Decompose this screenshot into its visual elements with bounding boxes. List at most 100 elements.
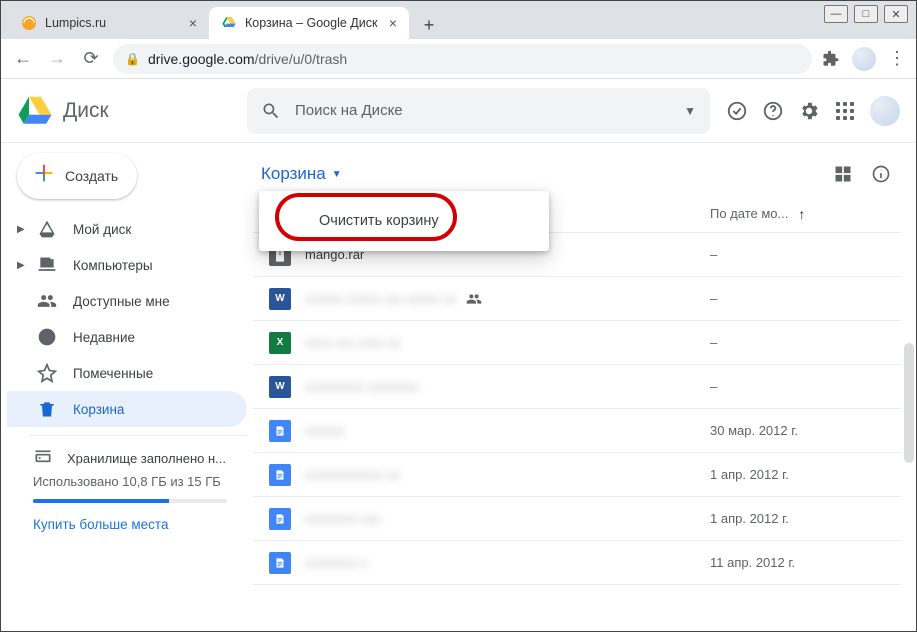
file-row[interactable]: xxxxxxxx xxx1 апр. 2012 г. xyxy=(253,497,900,541)
file-date: 1 апр. 2012 г. xyxy=(710,511,860,526)
chevron-right-icon: ▶ xyxy=(17,260,25,271)
sidebar-item-trash[interactable]: Корзина xyxy=(7,391,247,427)
storage-icon xyxy=(33,448,53,468)
shared-icon xyxy=(466,291,482,307)
column-date[interactable]: По дате мо... ↑ xyxy=(710,206,860,222)
file-row[interactable]: Xxxxx xxx xxxx xx – xyxy=(253,321,900,365)
file-type-icon xyxy=(269,508,291,530)
view-details-button[interactable] xyxy=(870,163,892,185)
sidebar-item-label: Компьютеры xyxy=(73,258,153,273)
sidebar-item-label: Мой диск xyxy=(73,222,131,237)
nav-forward-button: → xyxy=(45,47,69,71)
file-name: xxxxxx xyxy=(305,423,344,438)
search-options-button[interactable]: ▼ xyxy=(684,104,696,118)
file-type-icon: W xyxy=(269,288,291,310)
empty-trash-label: Очистить корзину xyxy=(319,213,439,229)
url-input[interactable]: 🔒 drive.google.com/drive/u/0/trash xyxy=(113,44,812,74)
file-date: – xyxy=(710,291,860,306)
nav-reload-button[interactable]: ⟳ xyxy=(79,47,103,71)
browser-tab-drive[interactable]: Корзина – Google Диск × xyxy=(209,7,409,39)
empty-trash-menuitem[interactable]: Очистить корзину xyxy=(259,199,549,243)
nav-back-button[interactable]: ← xyxy=(11,47,35,71)
search-icon xyxy=(261,101,281,121)
ready-offline-icon[interactable] xyxy=(726,100,748,122)
file-row[interactable]: Wxxxxxxxxx xxxxxxxx – xyxy=(253,365,900,409)
file-name: xxxx xxx xxxx xx xyxy=(305,335,400,350)
browser-tab-bar: Lumpics.ru × Корзина – Google Диск × + —… xyxy=(1,1,916,39)
sidebar-item-starred[interactable]: Помеченные xyxy=(7,355,247,391)
file-name: xxxxxxxxx xxxxxxxx xyxy=(305,379,419,394)
chevron-right-icon: ▶ xyxy=(17,224,25,235)
window-close-button[interactable]: ✕ xyxy=(884,5,908,23)
search-placeholder: Поиск на Диске xyxy=(295,102,670,119)
file-name: xxxxxx xxxxx xxx xxxxx xx xyxy=(305,291,456,306)
window-controls: — □ ✕ xyxy=(824,5,908,23)
file-row[interactable]: xxxxxxxxxxxx xx 1 апр. 2012 г. xyxy=(253,453,900,497)
file-list: mango.rar–Wxxxxxx xxxxx xxx xxxxx xx–Xxx… xyxy=(253,233,900,621)
storage-progress-bar xyxy=(33,499,227,503)
file-date: 30 мар. 2012 г. xyxy=(710,423,860,438)
file-date: 1 апр. 2012 г. xyxy=(710,467,860,482)
trash-context-menu: Очистить корзину xyxy=(259,191,549,251)
file-row[interactable]: xxxxxxxx x 11 апр. 2012 г. xyxy=(253,541,900,585)
app-header: Диск Поиск на Диске ▼ xyxy=(1,79,916,143)
recent-icon xyxy=(37,327,57,347)
storage-title: Хранилище заполнено н... xyxy=(67,451,226,466)
trash-icon xyxy=(37,399,57,419)
file-type-icon: W xyxy=(269,376,291,398)
sort-asc-icon: ↑ xyxy=(798,206,805,222)
drive-logo[interactable]: Диск xyxy=(17,95,247,127)
file-date: – xyxy=(710,335,860,350)
close-icon[interactable]: × xyxy=(389,15,397,31)
browser-address-bar: ← → ⟳ 🔒 drive.google.com/drive/u/0/trash… xyxy=(1,39,916,79)
sidebar-item-shared[interactable]: Доступные мне xyxy=(7,283,247,319)
account-avatar[interactable] xyxy=(870,96,900,126)
view-grid-button[interactable] xyxy=(832,163,854,185)
file-row[interactable]: Wxxxxxx xxxxx xxx xxxxx xx – xyxy=(253,277,900,321)
browser-tab-lumpics[interactable]: Lumpics.ru × xyxy=(9,7,209,39)
tab-title: Lumpics.ru xyxy=(45,16,181,30)
file-row[interactable]: xxxxxx 30 мар. 2012 г. xyxy=(253,409,900,453)
sidebar-item-computers[interactable]: ▶ Компьютеры xyxy=(7,247,247,283)
chevron-down-icon: ▼ xyxy=(332,169,342,180)
app-name: Диск xyxy=(63,99,109,123)
file-type-icon xyxy=(269,420,291,442)
file-name: xxxxxxxx x xyxy=(305,555,367,570)
file-type-icon xyxy=(269,464,291,486)
create-button-label: Создать xyxy=(65,168,118,184)
file-date: 11 апр. 2012 г. xyxy=(710,555,860,570)
breadcrumb-trash[interactable]: Корзина ▼ xyxy=(253,160,350,188)
chrome-menu-button[interactable]: ⋮ xyxy=(888,48,906,69)
close-icon[interactable]: × xyxy=(189,15,197,31)
sidebar-item-label: Корзина xyxy=(73,402,124,417)
file-name: xxxxxxxxxxxx xx xyxy=(305,467,400,482)
file-date: – xyxy=(710,247,860,262)
storage-used-text: Использовано 10,8 ГБ из 15 ГБ xyxy=(33,474,227,489)
scrollbar[interactable] xyxy=(904,343,914,463)
extensions-icon[interactable] xyxy=(822,50,840,68)
file-date: – xyxy=(710,379,860,394)
settings-icon[interactable] xyxy=(798,100,820,122)
sidebar-item-recent[interactable]: Недавние xyxy=(7,319,247,355)
plus-icon xyxy=(33,162,55,190)
file-type-icon: X xyxy=(269,332,291,354)
buy-storage-link[interactable]: Купить больше места xyxy=(33,517,227,532)
window-minimize-button[interactable]: — xyxy=(824,5,848,23)
sidebar-item-mydrive[interactable]: ▶ Мой диск xyxy=(7,211,247,247)
search-input[interactable]: Поиск на Диске ▼ xyxy=(247,88,710,134)
window-maximize-button[interactable]: □ xyxy=(854,5,878,23)
sidebar-item-label: Доступные мне xyxy=(73,294,170,309)
sidebar-item-label: Помеченные xyxy=(73,366,153,381)
google-apps-icon[interactable] xyxy=(834,100,856,122)
shared-icon xyxy=(37,291,57,311)
support-icon[interactable] xyxy=(762,100,784,122)
sidebar: Создать ▶ Мой диск ▶ Компьютеры Доступные мн… xyxy=(1,143,247,631)
new-tab-button[interactable]: + xyxy=(415,11,443,39)
storage-section: Хранилище заполнено н... Использовано 10… xyxy=(7,444,247,532)
favicon-drive xyxy=(221,15,237,31)
create-button[interactable]: Создать xyxy=(17,153,137,199)
chrome-profile-avatar[interactable] xyxy=(852,47,876,71)
computers-icon xyxy=(37,255,57,275)
sidebar-item-label: Недавние xyxy=(73,330,135,345)
storage-title-row[interactable]: Хранилище заполнено н... xyxy=(33,448,227,468)
